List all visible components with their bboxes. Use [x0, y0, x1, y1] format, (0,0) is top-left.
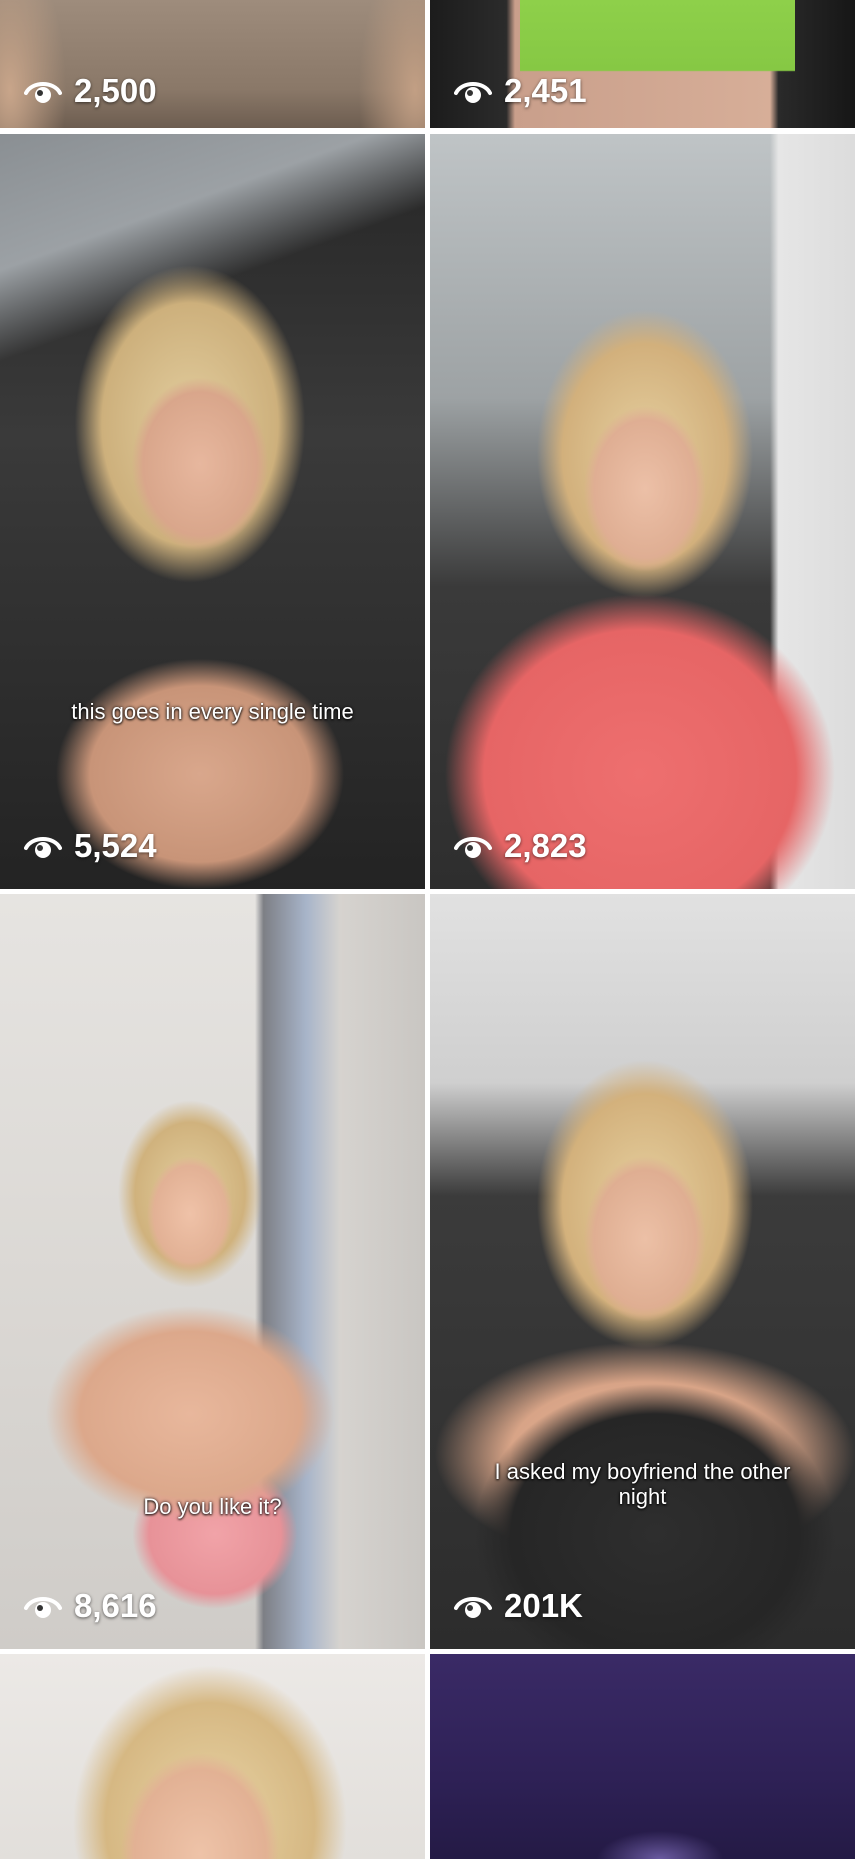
view-count-label: 8,616 [74, 1587, 157, 1624]
view-count: 2,500 [24, 72, 157, 110]
eye-icon [24, 76, 62, 106]
view-count-label: 2,823 [504, 827, 587, 864]
view-count-label: 2,451 [504, 72, 587, 109]
eye-icon [454, 1591, 492, 1621]
video-thumbnail[interactable]: I asked my boyfriend the other night 201… [430, 894, 855, 1649]
video-thumbnail[interactable] [0, 1654, 425, 1859]
thumbnail-image-detail [430, 1654, 855, 1859]
video-thumbnail[interactable]: 2,823 [430, 134, 855, 889]
video-thumbnail[interactable]: 2,500 [0, 0, 425, 128]
eye-icon [24, 1591, 62, 1621]
eye-icon [24, 831, 62, 861]
video-caption: I asked my boyfriend the other night [494, 1459, 791, 1509]
view-count: 201K [454, 1587, 583, 1625]
thumbnail-image-detail [0, 1654, 425, 1859]
video-thumbnail[interactable] [430, 1654, 855, 1859]
view-count: 5,524 [24, 827, 157, 865]
view-count: 2,451 [454, 72, 587, 110]
view-count-label: 201K [504, 1587, 583, 1624]
view-count: 2,823 [454, 827, 587, 865]
eye-icon [454, 831, 492, 861]
view-count-label: 2,500 [74, 72, 157, 109]
thumbnail-image-detail [0, 134, 425, 889]
video-thumbnail[interactable]: Do you like it? 8,616 [0, 894, 425, 1649]
video-thumbnail[interactable]: 2,451 [430, 0, 855, 128]
video-thumbnail[interactable]: this goes in every single time 5,524 [0, 134, 425, 889]
eye-icon [454, 76, 492, 106]
view-count: 8,616 [24, 1587, 157, 1625]
thumbnail-image-detail [0, 894, 425, 1649]
video-grid: 2,500 2,451 this goes in every single ti… [0, 0, 859, 1859]
thumbnail-image-detail [430, 894, 855, 1649]
video-caption: Do you like it? [143, 1494, 282, 1519]
view-count-label: 5,524 [74, 827, 157, 864]
video-caption: this goes in every single time [71, 699, 354, 724]
thumbnail-image-detail [430, 134, 855, 889]
